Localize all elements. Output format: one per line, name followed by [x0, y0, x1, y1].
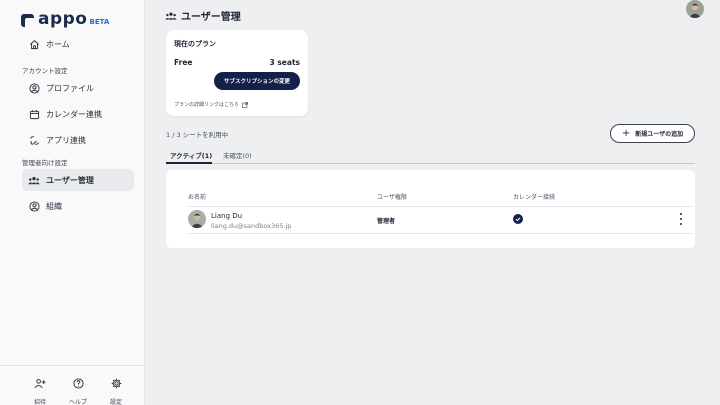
add-user-button[interactable]: + 新規ユーザの追加	[610, 124, 695, 143]
sidebar-item-label: ホーム	[46, 39, 70, 49]
sidebar-item-calendar[interactable]: カレンダー連携	[22, 103, 134, 125]
row-menu-kebab-icon[interactable]	[678, 212, 684, 226]
sidebar-item-label: ユーザー管理	[46, 175, 94, 185]
help-label: ヘルプ	[68, 399, 87, 405]
sidebar-item-label: 組織	[46, 201, 62, 211]
plus-icon: +	[621, 127, 631, 139]
change-subscription-button[interactable]: サブスクリプションの変更	[214, 72, 300, 90]
logo-text: appo	[38, 9, 88, 29]
sidebar-item-label: アプリ連携	[46, 135, 86, 145]
plan-name: Free	[174, 58, 193, 67]
app-logo[interactable]: appo BETA	[21, 9, 110, 29]
invite-label: 招待	[33, 399, 46, 405]
section-label-account: アカウント設定	[22, 67, 68, 75]
user-status-tabs: アクティブ(1) 未確定(0)	[166, 148, 695, 164]
tab-active[interactable]: アクティブ(1)	[170, 150, 212, 160]
building-icon	[28, 200, 40, 212]
home-icon	[28, 38, 40, 50]
page-title: ユーザー管理	[181, 12, 241, 23]
user-role: 管理者	[377, 218, 396, 225]
invite-icon	[34, 374, 46, 393]
beta-badge: BETA	[89, 18, 110, 26]
gear-icon	[111, 374, 122, 393]
calendar-connected-check-icon	[513, 214, 523, 224]
user-email: liang.du@sandbox365.jp	[211, 222, 292, 230]
sidebar-item-user-management[interactable]: ユーザー管理	[22, 169, 134, 191]
sidebar-item-organization[interactable]: 組織	[22, 195, 134, 217]
sidebar-item-apps[interactable]: アプリ連携	[22, 129, 134, 151]
users-icon	[165, 6, 177, 25]
seat-usage-text: 1 / 3 シートを利用中	[166, 131, 229, 139]
table-row[interactable]: Liang Du liang.du@sandbox365.jp 管理者	[188, 207, 693, 234]
sidebar-item-home[interactable]: ホーム	[22, 33, 134, 55]
sidebar-item-profile[interactable]: プロファイル	[22, 77, 134, 99]
settings-label: 設定	[109, 399, 122, 405]
column-header-calendar: カレンダー接続	[513, 194, 556, 201]
add-user-button-label: 新規ユーザの追加	[635, 131, 684, 138]
user-name: Liang Du	[211, 212, 243, 220]
plan-details-link[interactable]: プランの詳細リンクはこちら	[174, 101, 248, 108]
sidebar-item-label: プロファイル	[46, 83, 94, 93]
plan-seats: 3 seats	[269, 58, 301, 67]
settings-button[interactable]: 設定	[101, 374, 131, 405]
users-table: お名前 ユーザ権限 カレンダー接続 Liang Du liang.du@sand…	[166, 170, 695, 248]
column-header-name: お名前	[188, 194, 207, 201]
plan-card-title: 現在のプラン	[174, 40, 216, 48]
plan-card: 現在のプラン Free 3 seats サブスクリプションの変更 プランの詳細リ…	[166, 30, 308, 116]
help-icon	[72, 374, 84, 393]
active-tab-indicator	[166, 162, 212, 164]
logo-mark-icon	[21, 14, 34, 27]
sidebar: appo BETA ホーム アカウント設定 プロファイル カレンダー連携 アプリ…	[0, 0, 145, 405]
external-link-icon	[242, 101, 248, 108]
column-header-role: ユーザ権限	[377, 194, 407, 201]
section-label-admin: 管理者向け設定	[22, 159, 68, 167]
users-icon	[28, 174, 40, 186]
sidebar-footer: 招待 ヘルプ 設定	[0, 365, 145, 405]
sidebar-item-label: カレンダー連携	[46, 109, 102, 119]
help-button[interactable]: ヘルプ	[63, 374, 93, 405]
link-icon	[28, 134, 40, 146]
tab-pending[interactable]: 未確定(0)	[223, 150, 252, 160]
plan-details-link-label: プランの詳細リンクはこちら	[174, 102, 240, 108]
account-avatar[interactable]	[686, 0, 704, 18]
user-circle-icon	[28, 82, 40, 94]
calendar-icon	[28, 108, 40, 120]
page-header: ユーザー管理	[165, 6, 241, 25]
user-avatar	[188, 210, 206, 228]
invite-button[interactable]: 招待	[25, 374, 55, 405]
